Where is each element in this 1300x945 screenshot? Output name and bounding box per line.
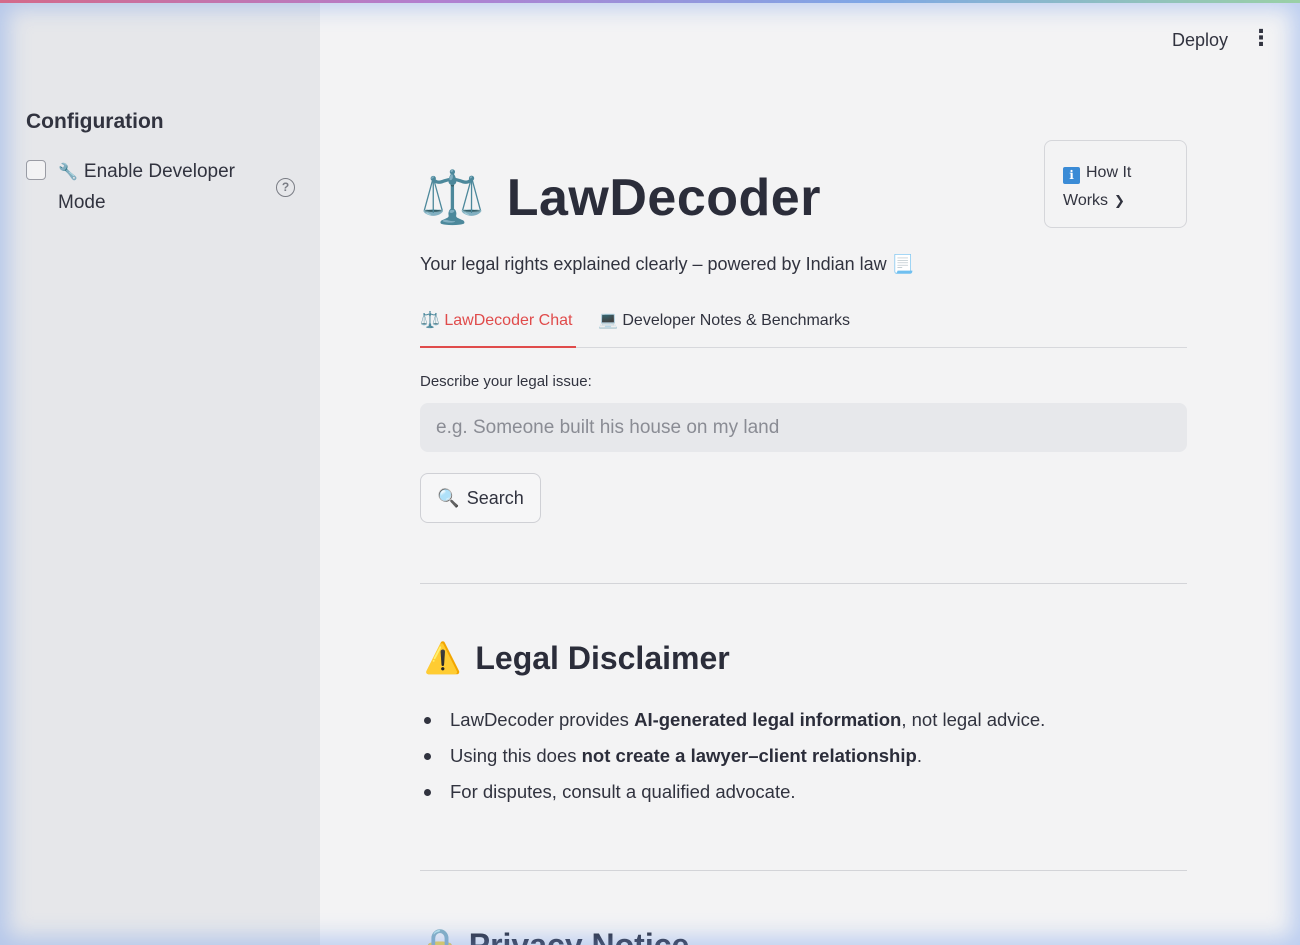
list-item-bold: not create a lawyer–client relationship [581, 745, 917, 766]
document-icon: 📃 [891, 254, 915, 274]
how-it-works-expander[interactable]: ℹ How It Works ❯ [1044, 140, 1187, 228]
search-icon: 🔍 [437, 487, 460, 508]
tab-lawdecoder-chat[interactable]: ⚖️ LawDecoder Chat [420, 306, 576, 348]
divider [420, 583, 1187, 584]
kebab-menu-icon[interactable]: ⋮ [1250, 26, 1272, 50]
tab-label: Developer Notes & Benchmarks [622, 312, 851, 329]
list-item-text: LawDecoder provides [450, 709, 635, 730]
laptop-icon: 💻 [598, 312, 618, 329]
list-item-bold: AI-generated legal information [634, 709, 902, 730]
page-title: ⚖️ LawDecoder [420, 163, 821, 233]
developer-mode-checkbox[interactable] [26, 160, 46, 180]
tab-bar: ⚖️ LawDecoder Chat 💻 Developer Notes & B… [420, 306, 1187, 348]
page-title-text: LawDecoder [506, 169, 821, 227]
search-button-label: Search [466, 487, 524, 508]
disclaimer-heading: ⚠️ Legal Disclaimer [424, 640, 730, 677]
help-icon[interactable]: ? [276, 178, 295, 197]
tab-developer-notes[interactable]: 💻 Developer Notes & Benchmarks [598, 306, 850, 348]
tab-label: LawDecoder Chat [444, 312, 573, 329]
page-subtitle-text: Your legal rights explained clearly – po… [420, 254, 887, 274]
warning-icon: ⚠️ [424, 642, 462, 675]
top-decoration-bar [0, 0, 1300, 3]
list-item-text: . [916, 745, 922, 766]
wrench-icon: 🔧 [58, 164, 78, 181]
developer-mode-label-text: Enable Developer Mode [58, 161, 235, 213]
disclaimer-title: Legal Disclaimer [475, 640, 730, 676]
list-item: For disputes, consult a qualified advoca… [420, 777, 1187, 813]
list-item: LawDecoder provides AI-generated legal i… [420, 705, 1187, 741]
disclaimer-list: LawDecoder provides AI-generated legal i… [420, 705, 1187, 813]
legal-issue-label: Describe your legal issue: [420, 373, 592, 390]
sidebar: Configuration 🔧 Enable Developer Mode ? [0, 0, 320, 945]
lock-icon: 🔒 [420, 927, 460, 945]
list-item-text: , not legal advice. [901, 709, 1046, 730]
sidebar-title: Configuration [26, 110, 164, 133]
search-button[interactable]: 🔍 Search [420, 473, 541, 523]
list-item: Using this does not create a lawyer–clie… [420, 741, 1187, 777]
scales-icon: ⚖️ [420, 169, 485, 227]
info-icon: ℹ [1063, 167, 1080, 184]
scales-icon: ⚖️ [420, 312, 440, 329]
privacy-title: Privacy Notice [468, 927, 690, 945]
page-subtitle: Your legal rights explained clearly – po… [420, 254, 914, 275]
list-item-text: For disputes, consult a qualified advoca… [450, 781, 796, 802]
deploy-button[interactable]: Deploy [1160, 26, 1240, 54]
privacy-heading: 🔒 Privacy Notice [420, 926, 689, 945]
divider [420, 870, 1187, 871]
list-item-text: Using this does [450, 745, 582, 766]
developer-mode-label[interactable]: 🔧 Enable Developer Mode [58, 157, 258, 218]
legal-issue-input[interactable] [420, 403, 1187, 452]
chevron-down-icon: ❯ [1114, 193, 1125, 208]
